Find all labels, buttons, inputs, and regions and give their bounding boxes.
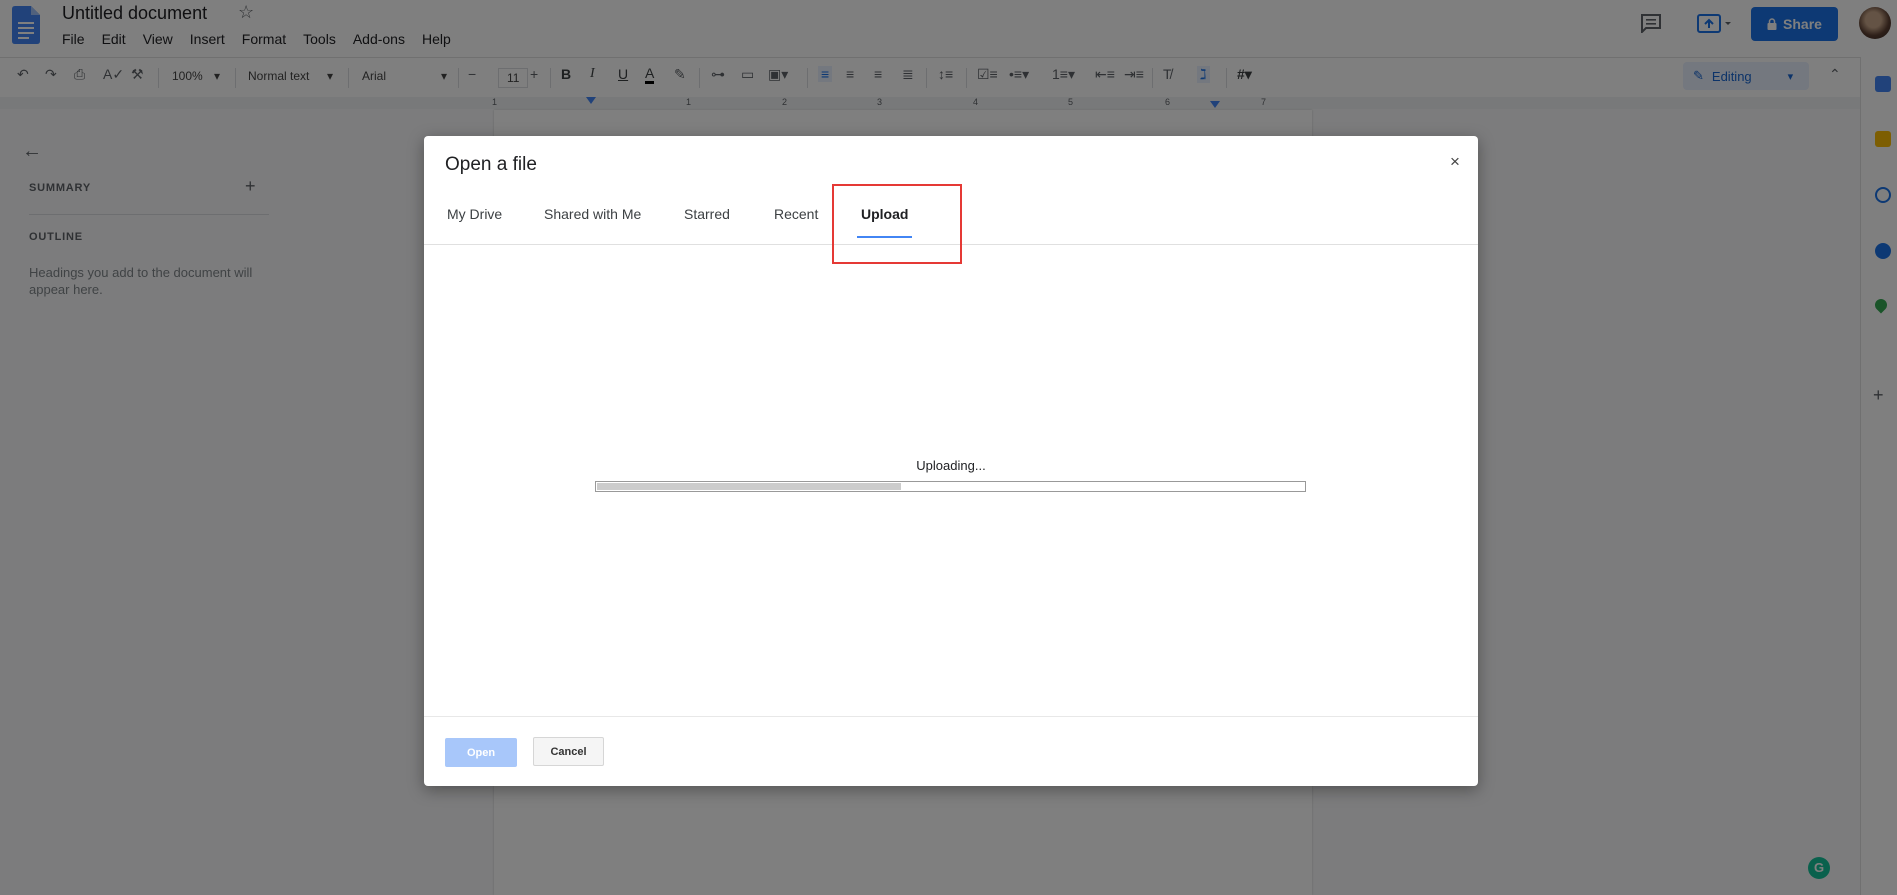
annotation-highlight-box <box>832 184 962 264</box>
tab-shared-with-me[interactable]: Shared with Me <box>544 206 641 238</box>
tab-my-drive[interactable]: My Drive <box>447 206 502 238</box>
upload-status: Uploading... <box>916 458 986 473</box>
open-button[interactable]: Open <box>445 738 517 767</box>
close-icon[interactable]: × <box>1450 152 1460 172</box>
open-file-dialog: Open a file × My Drive Shared with Me St… <box>424 136 1478 786</box>
upload-progress-fill <box>597 483 901 490</box>
tab-recent[interactable]: Recent <box>774 206 818 238</box>
divider <box>424 716 1478 717</box>
cancel-button[interactable]: Cancel <box>533 737 604 766</box>
tab-starred[interactable]: Starred <box>684 206 730 238</box>
upload-progress-bar <box>595 481 1306 492</box>
dialog-title: Open a file <box>445 154 537 175</box>
